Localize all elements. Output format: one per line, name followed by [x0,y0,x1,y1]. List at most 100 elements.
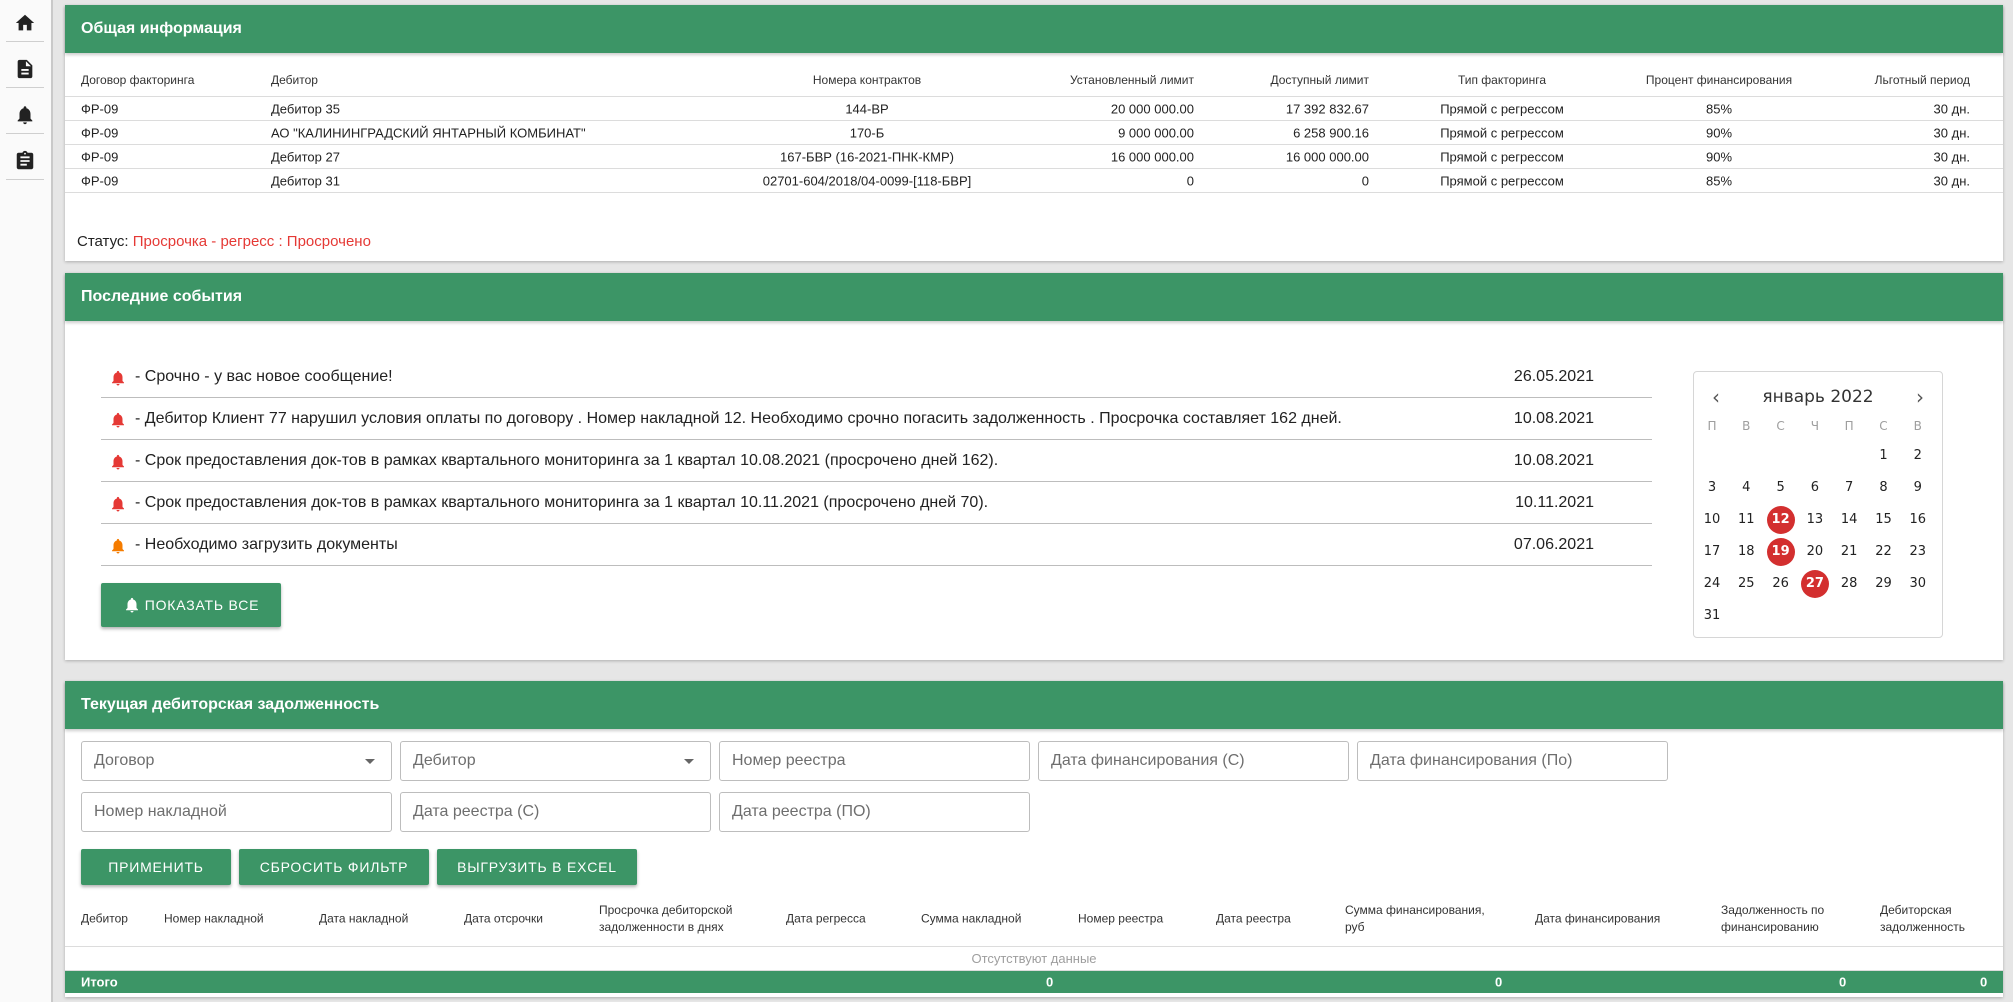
calendar-day[interactable]: 24 [1695,570,1729,598]
column-header: Дебитор [271,73,318,87]
column-header: Просрочка дебиторской задолженности в дн… [599,902,733,934]
calendar-day[interactable]: 21 [1832,538,1866,566]
table-cell: 16 000 000.00 [1285,149,1369,164]
registry-date-to-input[interactable]: Дата реестра (ПО) [719,792,1030,832]
table-cell: ФР-09 [81,101,119,116]
calendar-day[interactable]: 19 [1764,538,1798,566]
recent-events-panel: Последние события - Срочно - у вас новое… [65,273,2003,660]
calendar-day[interactable]: 8 [1867,474,1901,502]
calendar-day[interactable]: 17 [1695,538,1729,566]
caret-down-icon [365,759,375,764]
invoice-number-input[interactable]: Номер накладной [81,792,392,832]
reset-filter-button[interactable]: СБРОСИТЬ ФИЛЬТР [239,849,429,885]
calendar-day[interactable]: 18 [1729,538,1763,566]
calendar-day[interactable]: 20 [1798,538,1832,566]
status-line: Статус: Просрочка - регресс : Просрочено [77,233,371,250]
table-cell: 16 000 000.00 [1110,149,1194,164]
total-value: 0 [1495,974,1503,990]
calendar-day[interactable]: 6 [1798,474,1832,502]
calendar-weekday: П [1707,419,1717,433]
column-header: Дата регресса [786,911,866,925]
column-header: Номер накладной [164,911,264,925]
calendar-day[interactable]: 25 [1729,570,1763,598]
calendar-next-button[interactable]: › [1916,385,1924,409]
calendar-day[interactable]: 7 [1832,474,1866,502]
calendar-day[interactable]: 29 [1867,570,1901,598]
column-header: Задолженность по финансированию [1721,902,1825,934]
documents-button[interactable] [6,50,44,88]
calendar-weekday: Ч [1810,419,1819,433]
event-item[interactable]: - Необходимо загрузить документы 07.06.20… [101,524,1652,566]
contract-select[interactable]: Договор [81,741,392,781]
table-cell: 02701-604/2018/04-0099-[118-БВР] [762,173,972,188]
table-row[interactable]: ФР-09 Дебитор 31 02701-604/2018/04-0099-[1… [65,169,2003,193]
table-row[interactable]: ФР-09 Дебитор 27 167-БВР (16-2021-ПНК-КМР)… [65,145,2003,169]
calendar-day[interactable]: 26 [1764,570,1798,598]
registry-number-input[interactable]: Номер реестра [719,741,1030,781]
calendar-day[interactable]: 1 [1867,442,1901,470]
financing-date-to-input[interactable]: Дата финансирования (По) [1357,741,1668,781]
status-label: Статус: [77,233,129,250]
column-header: Сумма финансирования, руб [1345,902,1485,934]
export-excel-button[interactable]: ВЫГРУЗИТЬ В EXCEL [437,849,637,885]
show-all-button[interactable]: ПОКАЗАТЬ ВСЕ [101,583,281,627]
column-header: Номера контрактов [812,73,922,87]
event-item[interactable]: - Дебитор Клиент 77 нарушил условия опла… [101,398,1652,440]
table-cell: ФР-09 [81,173,119,188]
status-value: Просрочка - регресс : Просрочено [132,233,371,250]
calendar-day[interactable]: 22 [1867,538,1901,566]
calendar-day[interactable]: 31 [1695,602,1729,630]
general-info-panel: Общая информация Договор факторинга Деби… [65,5,2003,261]
table-cell: Прямой с регрессом [1440,149,1564,164]
calendar-weekday: В [1742,419,1751,433]
event-item[interactable]: - Срок предоставления док-тов в рамках к… [101,440,1652,482]
receivables-table-header: Дебитор Номер накладной Дата накладной Д… [65,891,2003,947]
calendar-day[interactable]: 30 [1901,570,1935,598]
calendar-day[interactable]: 16 [1901,506,1935,534]
calendar-event-marker: 19 [1766,538,1795,566]
total-label: Итого [81,974,118,990]
notifications-button[interactable] [6,96,44,134]
calendar-day[interactable]: 14 [1832,506,1866,534]
clipboard-button[interactable] [6,142,44,180]
financing-date-from-input[interactable]: Дата финансирования (С) [1038,741,1349,781]
document-icon [17,59,33,78]
calendar-event-marker: 12 [1766,506,1795,534]
no-data-message: Отсутствуют данные [65,947,2003,971]
calendar-day[interactable]: 9 [1901,474,1935,502]
event-item[interactable]: - Срок предоставления док-тов в рамках к… [101,482,1652,524]
side-rail [0,0,53,1002]
calendar-day[interactable]: 23 [1901,538,1935,566]
column-header: Номер реестра [1078,911,1164,925]
calendar-day[interactable]: 4 [1729,474,1763,502]
calendar-day[interactable]: 28 [1832,570,1866,598]
event-text: - Необходимо загрузить документы [135,536,398,553]
alarm-bell-icon [112,454,124,470]
calendar-day[interactable]: 13 [1798,506,1832,534]
apply-button[interactable]: ПРИМЕНИТЬ [81,849,231,885]
table-cell: АО "КАЛИНИНГРАДСКИЙ ЯНТАРНЫЙ КОМБИНАТ" [271,125,586,140]
registry-date-from-input[interactable]: Дата реестра (С) [400,792,711,832]
column-header: Дата отсрочки [464,911,543,925]
event-date: 10.08.2021 [1513,410,1594,427]
calendar-day[interactable]: 10 [1695,506,1729,534]
calendar-day[interactable]: 2 [1901,442,1935,470]
calendar-day[interactable]: 3 [1695,474,1729,502]
debtor-select[interactable]: Дебитор [400,741,711,781]
calendar: ‹ январь 2022 › П В С Ч П С В 1 2 3 4 5 6 7 8 9 10 11 12 13… [1693,371,1943,638]
table-cell: 85% [1705,101,1733,116]
column-header: Процент финансирования [1645,73,1793,87]
table-cell: 170-Б [849,125,885,140]
calendar-day[interactable]: 27 [1798,570,1832,598]
calendar-day[interactable]: 5 [1764,474,1798,502]
home-button[interactable] [6,4,44,42]
table-row[interactable]: ФР-09 АО "КАЛИНИНГРАДСКИЙ ЯНТАРНЫЙ КОМБИН… [65,121,2003,145]
calendar-day[interactable]: 12 [1764,506,1798,534]
column-header: Сумма накладной [921,911,1022,925]
column-header: Дата финансирования [1535,911,1661,925]
table-row[interactable]: ФР-09 Дебитор 35 144-ВР 20 000 000.00 17 392… [65,97,2003,121]
home-icon [15,14,35,30]
event-item[interactable]: - Срочно - у вас новое сообщение! 26.05.2… [101,356,1652,398]
calendar-day[interactable]: 15 [1867,506,1901,534]
calendar-day[interactable]: 11 [1729,506,1763,534]
